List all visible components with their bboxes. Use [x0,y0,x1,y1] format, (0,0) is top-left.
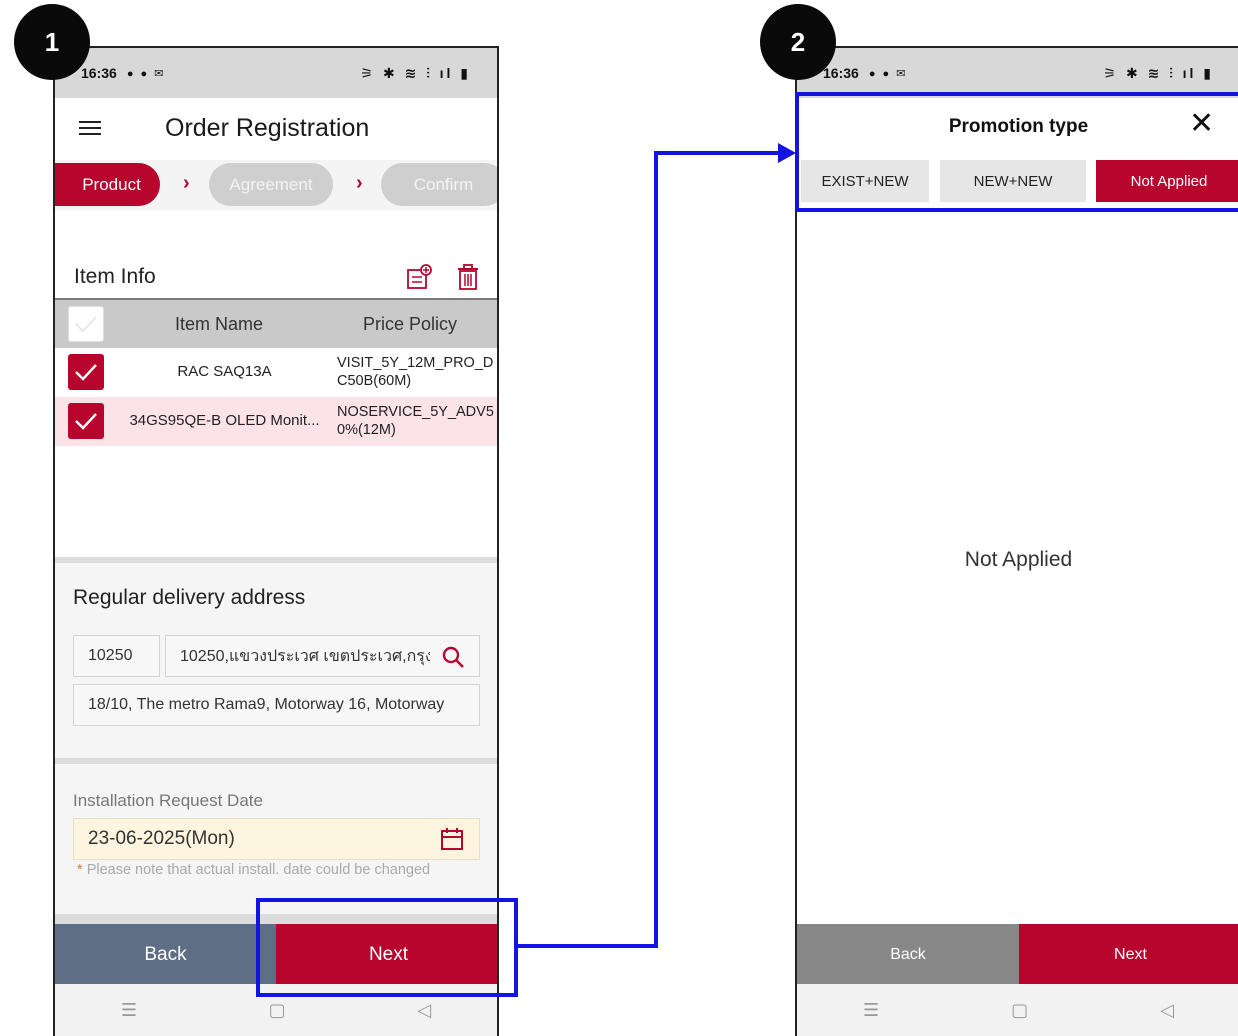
install-note: * Please note that actual install. date … [77,862,430,878]
row-checkbox[interactable] [68,403,104,439]
trash-icon[interactable] [455,263,481,291]
back-nav-icon[interactable]: ◁ [417,1000,431,1021]
price-policy-line1: NOSERVICE_5Y_ADV5 [337,404,494,420]
table-row[interactable]: RAC SAQ13A VISIT_5Y_12M_PRO_D C50B(60M) [55,348,497,397]
recent-apps-icon[interactable]: ☰ [863,1000,879,1021]
connector-line [518,944,658,948]
address-field[interactable]: 18/10, The metro Rama9, Motorway 16, Mot… [73,684,480,726]
empty-state-text: Not Applied [964,548,1073,571]
price-policy[interactable]: VISIT_5Y_12M_PRO_D C50B(60M) [337,354,497,390]
home-icon[interactable]: ▢ [1011,1000,1028,1021]
menu-icon[interactable] [79,117,101,139]
system-icons: ⚞ ✱ ≋ ⫶ ıl ▮ [1103,64,1214,81]
item-info-header: Item Info [55,253,497,301]
price-policy[interactable]: NOSERVICE_5Y_ADV5 0%(12M) [337,403,497,439]
next-button[interactable]: Next [1019,924,1238,986]
status-bar: 16:36 ● ● ✉ ⚞ ✱ ≋ ⫶ ıl ▮ [55,48,497,98]
highlight-promotion-tabs [795,92,1238,212]
status-bar: 16:36 ● ● ✉ ⚞ ✱ ≋ ⫶ ıl ▮ [797,48,1238,98]
status-time: 16:36 [81,65,117,81]
phone-screen-order-registration: 16:36 ● ● ✉ ⚞ ✱ ≋ ⫶ ıl ▮ Order Registrat… [53,46,499,1036]
page-title: Order Registration [165,113,370,142]
step-confirm[interactable]: Confirm [381,163,497,206]
item-name: RAC SAQ13A [177,363,272,380]
delivery-label: Regular delivery address [73,586,306,609]
item-info-label: Item Info [74,265,156,288]
step-progress: Product › Agreement › Confirm [55,160,497,210]
system-nav-bar: ☰ ▢ ◁ [797,984,1238,1036]
check-icon [75,364,97,381]
back-nav-icon[interactable]: ◁ [1160,1000,1174,1021]
calendar-icon[interactable] [440,827,464,851]
table-header: Item Name Price Policy [55,298,497,348]
connector-line [654,151,782,155]
app-header: Order Registration [55,98,497,158]
item-name: 34GS95QE-B OLED Monit... [129,412,320,429]
install-date-label: Installation Request Date [73,791,263,810]
price-policy-line2: 0%(12M) [337,422,396,438]
arrow-right-icon [778,143,796,163]
add-item-icon[interactable] [405,263,433,291]
step-badge-1: 1 [14,4,90,80]
install-note-text: Please note that actual install. date co… [86,862,431,878]
home-icon[interactable]: ▢ [269,1000,286,1021]
chevron-right-icon: › [356,172,363,194]
notification-icons: ● ● ✉ [126,67,166,80]
step-badge-2: 2 [760,4,836,80]
check-icon [75,413,97,430]
install-date-field[interactable]: 23-06-2025(Mon) [73,818,480,860]
column-header-price-policy: Price Policy [363,314,458,334]
column-header-item-name: Item Name [175,314,264,334]
select-all-checkbox[interactable] [68,306,104,342]
price-policy-line1: VISIT_5Y_12M_PRO_D [337,355,494,371]
connector-line [654,151,658,948]
highlight-next-button [256,898,518,997]
required-star: * [77,862,83,878]
district-value: 10250,แขวงประเวศ เขตประเวศ,กรุงเทพ [180,647,430,665]
zipcode-field[interactable]: 10250 [73,635,160,677]
district-field[interactable]: 10250,แขวงประเวศ เขตประเวศ,กรุงเทพ [165,635,480,677]
back-button[interactable]: Back [55,924,276,986]
notification-icons: ● ● ✉ [868,67,908,80]
price-policy-line2: C50B(60M) [337,373,412,389]
step-agreement[interactable]: Agreement [209,163,333,206]
row-checkbox[interactable] [68,354,104,390]
recent-apps-icon[interactable]: ☰ [121,1000,137,1021]
back-button[interactable]: Back [797,924,1019,986]
chevron-right-icon: › [183,172,190,194]
step-product[interactable]: Product [55,163,160,206]
system-icons: ⚞ ✱ ≋ ⫶ ıl ▮ [360,64,471,81]
status-time: 16:36 [823,65,859,81]
table-row[interactable]: 34GS95QE-B OLED Monit... NOSERVICE_5Y_AD… [55,397,497,446]
search-icon[interactable] [441,645,465,669]
